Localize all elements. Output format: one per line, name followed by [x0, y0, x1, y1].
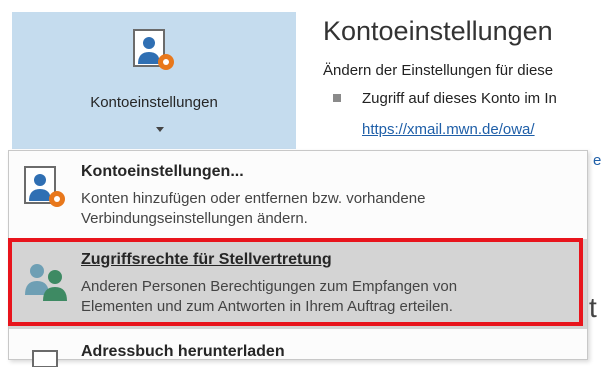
address-book-icon [32, 350, 58, 367]
bullet-icon [333, 94, 341, 102]
menu-item-title: Adressbuch herunterladen [81, 343, 285, 360]
page-title: Kontoeinstellungen [323, 16, 553, 46]
heading-fragment: t [589, 292, 597, 323]
account-settings-icon [133, 29, 174, 70]
bullet-text: Zugriff auf dieses Konto im In [362, 90, 557, 107]
menu-item-account-settings[interactable]: Kontoeinstellungen... Konten hinzufügen … [9, 159, 587, 241]
account-settings-label: Kontoeinstellungen [90, 94, 218, 111]
account-settings-icon [24, 166, 65, 207]
partial-link[interactable]: e i [593, 152, 605, 169]
menu-item-desc-line: Konten hinzufügen oder entfernen bzw. vo… [81, 190, 426, 207]
account-settings-ribbon-button[interactable]: Kontoeinstellungen [12, 12, 296, 149]
menu-item-desc-line: Verbindungseinstellungen ändern. [81, 210, 308, 227]
section-description: Ändern der Einstellungen für diese [323, 62, 554, 79]
highlight-box [8, 238, 583, 326]
menu-item-title: Kontoeinstellungen... [81, 163, 244, 180]
chevron-down-icon [156, 127, 164, 132]
menu-item-description: Konten hinzufügen oder entfernen bzw. vo… [81, 189, 425, 229]
owa-link[interactable]: https://xmail.mwn.de/owa/ [362, 121, 535, 138]
menu-item-download-address-book[interactable]: Adressbuch herunterladen [9, 339, 587, 367]
